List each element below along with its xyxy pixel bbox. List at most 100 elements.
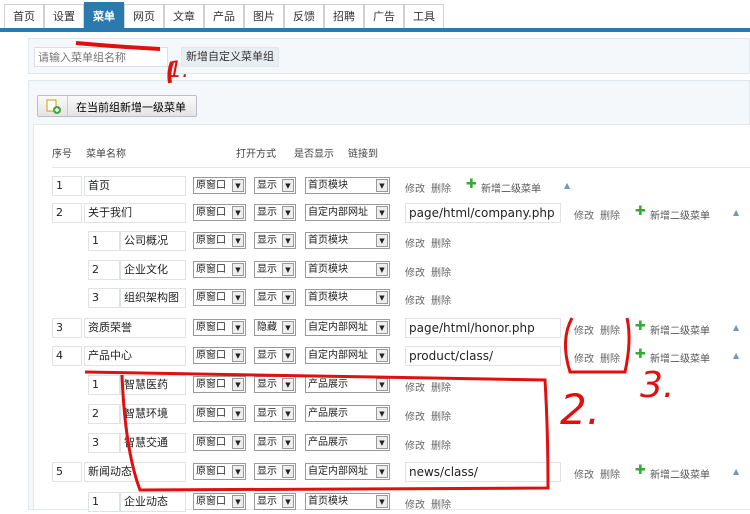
open-select[interactable]: 原窗口 ▼ bbox=[193, 289, 246, 306]
tab-8[interactable]: 招聘 bbox=[324, 4, 364, 28]
menu-name-input[interactable]: 企业动态 bbox=[120, 492, 186, 512]
edit-link[interactable]: 修改 bbox=[405, 292, 425, 307]
menu-name-input[interactable]: 组织架构图 bbox=[120, 288, 186, 308]
edit-link[interactable]: 修改 bbox=[574, 322, 594, 337]
delete-link[interactable]: 删除 bbox=[431, 264, 451, 279]
delete-link[interactable]: 删除 bbox=[431, 496, 451, 511]
edit-link[interactable]: 修改 bbox=[405, 408, 425, 423]
edit-link[interactable]: 修改 bbox=[405, 379, 425, 394]
link-select[interactable]: 自定内部网址 ▼ bbox=[305, 347, 390, 364]
edit-link[interactable]: 修改 bbox=[405, 437, 425, 452]
seq-input[interactable]: 3 bbox=[88, 433, 120, 453]
link-url-input[interactable]: product/class/ bbox=[405, 346, 561, 366]
show-select[interactable]: 显示 ▼ bbox=[254, 434, 296, 451]
link-select[interactable]: 产品展示 ▼ bbox=[305, 434, 390, 451]
edit-link[interactable]: 修改 bbox=[405, 235, 425, 250]
seq-input[interactable]: 2 bbox=[88, 260, 120, 280]
move-up-icon[interactable]: ▲ bbox=[733, 467, 739, 476]
show-select[interactable]: 显示 ▼ bbox=[254, 493, 296, 510]
tab-5[interactable]: 产品 bbox=[204, 4, 244, 28]
tab-2[interactable]: 菜单 bbox=[84, 2, 124, 28]
seq-input[interactable]: 1 bbox=[52, 176, 82, 196]
add-submenu-link[interactable]: 新增二级菜单 bbox=[650, 466, 710, 481]
tab-10[interactable]: 工具 bbox=[404, 4, 444, 28]
tab-1[interactable]: 设置 bbox=[44, 4, 84, 28]
tab-3[interactable]: 网页 bbox=[124, 4, 164, 28]
open-select[interactable]: 原窗口 ▼ bbox=[193, 177, 246, 194]
link-select[interactable]: 首页模块 ▼ bbox=[305, 261, 390, 278]
open-select[interactable]: 原窗口 ▼ bbox=[193, 405, 246, 422]
delete-link[interactable]: 删除 bbox=[431, 180, 451, 195]
edit-link[interactable]: 修改 bbox=[405, 180, 425, 195]
menu-name-input[interactable]: 关于我们 bbox=[84, 203, 186, 223]
delete-link[interactable]: 删除 bbox=[600, 466, 620, 481]
seq-input[interactable]: 3 bbox=[88, 288, 120, 308]
show-select[interactable]: 显示 ▼ bbox=[254, 204, 296, 221]
tab-6[interactable]: 图片 bbox=[244, 4, 284, 28]
add-submenu-link[interactable]: 新增二级菜单 bbox=[650, 350, 710, 365]
open-select[interactable]: 原窗口 ▼ bbox=[193, 232, 246, 249]
tab-9[interactable]: 广告 bbox=[364, 4, 404, 28]
menu-name-input[interactable]: 智慧交通 bbox=[120, 433, 186, 453]
link-select[interactable]: 产品展示 ▼ bbox=[305, 376, 390, 393]
edit-link[interactable]: 修改 bbox=[405, 264, 425, 279]
show-select[interactable]: 显示 ▼ bbox=[254, 289, 296, 306]
show-select[interactable]: 显示 ▼ bbox=[254, 177, 296, 194]
seq-input[interactable]: 4 bbox=[52, 346, 82, 366]
delete-link[interactable]: 删除 bbox=[431, 235, 451, 250]
delete-link[interactable]: 删除 bbox=[600, 350, 620, 365]
link-select[interactable]: 首页模块 ▼ bbox=[305, 232, 390, 249]
show-select[interactable]: 显示 ▼ bbox=[254, 261, 296, 278]
add-custom-menu-group-button[interactable]: 新增自定义菜单组 bbox=[181, 47, 279, 67]
delete-link[interactable]: 删除 bbox=[431, 437, 451, 452]
link-url-input[interactable]: page/html/company.php bbox=[405, 203, 561, 223]
show-select[interactable]: 显示 ▼ bbox=[254, 463, 296, 480]
tab-0[interactable]: 首页 bbox=[4, 4, 44, 28]
link-select[interactable]: 首页模块 ▼ bbox=[305, 177, 390, 194]
seq-input[interactable]: 5 bbox=[52, 462, 82, 482]
show-select[interactable]: 隐藏 ▼ bbox=[254, 319, 296, 336]
show-select[interactable]: 显示 ▼ bbox=[254, 232, 296, 249]
link-url-input[interactable]: page/html/honor.php bbox=[405, 318, 561, 338]
open-select[interactable]: 原窗口 ▼ bbox=[193, 261, 246, 278]
edit-link[interactable]: 修改 bbox=[574, 466, 594, 481]
move-up-icon[interactable]: ▲ bbox=[564, 181, 570, 190]
tab-7[interactable]: 反馈 bbox=[284, 4, 324, 28]
edit-link[interactable]: 修改 bbox=[405, 496, 425, 511]
open-select[interactable]: 原窗口 ▼ bbox=[193, 376, 246, 393]
open-select[interactable]: 原窗口 ▼ bbox=[193, 204, 246, 221]
seq-input[interactable]: 2 bbox=[52, 203, 82, 223]
delete-link[interactable]: 删除 bbox=[431, 408, 451, 423]
tab-4[interactable]: 文章 bbox=[164, 4, 204, 28]
delete-link[interactable]: 删除 bbox=[600, 322, 620, 337]
link-select[interactable]: 自定内部网址 ▼ bbox=[305, 204, 390, 221]
seq-input[interactable]: 1 bbox=[88, 231, 120, 251]
edit-link[interactable]: 修改 bbox=[574, 207, 594, 222]
link-select[interactable]: 首页模块 ▼ bbox=[305, 493, 390, 510]
menu-name-input[interactable]: 产品中心 bbox=[84, 346, 186, 366]
menu-name-input[interactable]: 智慧医药 bbox=[120, 375, 186, 395]
move-up-icon[interactable]: ▲ bbox=[733, 208, 739, 217]
link-select[interactable]: 自定内部网址 ▼ bbox=[305, 463, 390, 480]
edit-link[interactable]: 修改 bbox=[574, 350, 594, 365]
delete-link[interactable]: 删除 bbox=[431, 292, 451, 307]
delete-link[interactable]: 删除 bbox=[600, 207, 620, 222]
add-submenu-link[interactable]: 新增二级菜单 bbox=[650, 322, 710, 337]
open-select[interactable]: 原窗口 ▼ bbox=[193, 347, 246, 364]
link-select[interactable]: 自定内部网址 ▼ bbox=[305, 319, 390, 336]
menu-name-input[interactable]: 首页 bbox=[84, 176, 186, 196]
menu-name-input[interactable]: 新闻动态 bbox=[84, 462, 186, 482]
menu-name-input[interactable]: 公司概况 bbox=[120, 231, 186, 251]
menu-name-input[interactable]: 智慧环境 bbox=[120, 404, 186, 424]
add-top-level-menu-button[interactable]: 在当前组新增一级菜单 bbox=[37, 95, 197, 117]
open-select[interactable]: 原窗口 ▼ bbox=[193, 463, 246, 480]
open-select[interactable]: 原窗口 ▼ bbox=[193, 319, 246, 336]
seq-input[interactable]: 2 bbox=[88, 404, 120, 424]
show-select[interactable]: 显示 ▼ bbox=[254, 347, 296, 364]
add-submenu-link[interactable]: 新增二级菜单 bbox=[481, 180, 541, 195]
link-select[interactable]: 首页模块 ▼ bbox=[305, 289, 390, 306]
open-select[interactable]: 原窗口 ▼ bbox=[193, 434, 246, 451]
seq-input[interactable]: 1 bbox=[88, 492, 120, 512]
show-select[interactable]: 显示 ▼ bbox=[254, 376, 296, 393]
move-up-icon[interactable]: ▲ bbox=[733, 323, 739, 332]
